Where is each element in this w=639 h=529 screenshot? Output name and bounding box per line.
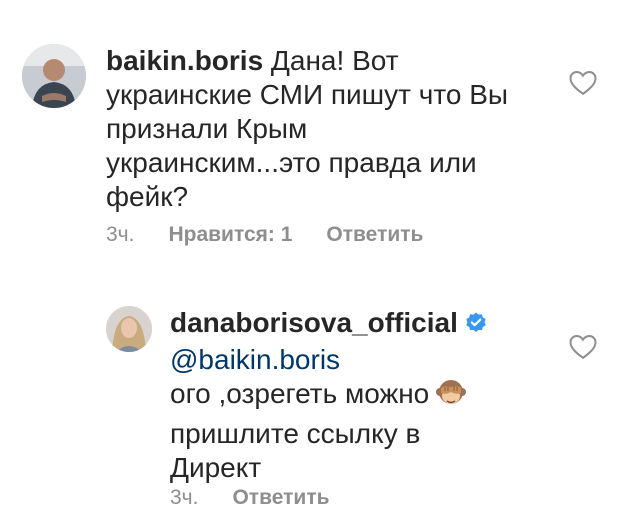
comment-line: пришлите ссылку в [170, 418, 421, 449]
comment-line: Директ [170, 452, 262, 483]
username[interactable]: baikin.boris [106, 45, 263, 76]
comment-line: ого ,озрегеть можно [170, 378, 430, 409]
heart-outline-icon[interactable] [568, 332, 598, 365]
heart-outline-icon[interactable] [568, 68, 598, 101]
comment-text: danaborisova_official @baikin.boris ого … [170, 306, 570, 485]
comment-text: baikin.boris Дана! Вот украинские СМИ пи… [106, 44, 566, 214]
comment-line: украинские СМИ пишут что Вы [106, 79, 508, 110]
avatar[interactable] [22, 44, 86, 108]
reply-button[interactable]: Ответить [232, 486, 329, 510]
verified-badge-icon [464, 309, 488, 343]
timestamp: 3ч. [106, 223, 135, 246]
comment-meta: 3ч. Ответить [170, 486, 330, 510]
comment-danaborisova: danaborisova_official @baikin.boris ого … [0, 290, 639, 529]
comment-line: признали Крым [106, 113, 308, 144]
username[interactable]: danaborisova_official [170, 307, 458, 338]
comment-meta: 3ч. Нравится: 1 Ответить [106, 223, 423, 247]
comment-text-first: Дана! Вот [263, 45, 399, 76]
timestamp: 3ч. [170, 486, 199, 509]
mention-link[interactable]: @baikin.boris [170, 344, 340, 375]
avatar[interactable] [106, 306, 152, 352]
comment-baikin-boris: baikin.boris Дана! Вот украинские СМИ пи… [0, 0, 639, 270]
reply-button[interactable]: Ответить [326, 223, 423, 247]
see-no-evil-monkey-emoji [435, 377, 467, 417]
comment-line: украинским...это правда или [106, 147, 477, 178]
likes-count[interactable]: Нравится: 1 [168, 223, 292, 247]
comment-line: фейк? [106, 181, 189, 212]
